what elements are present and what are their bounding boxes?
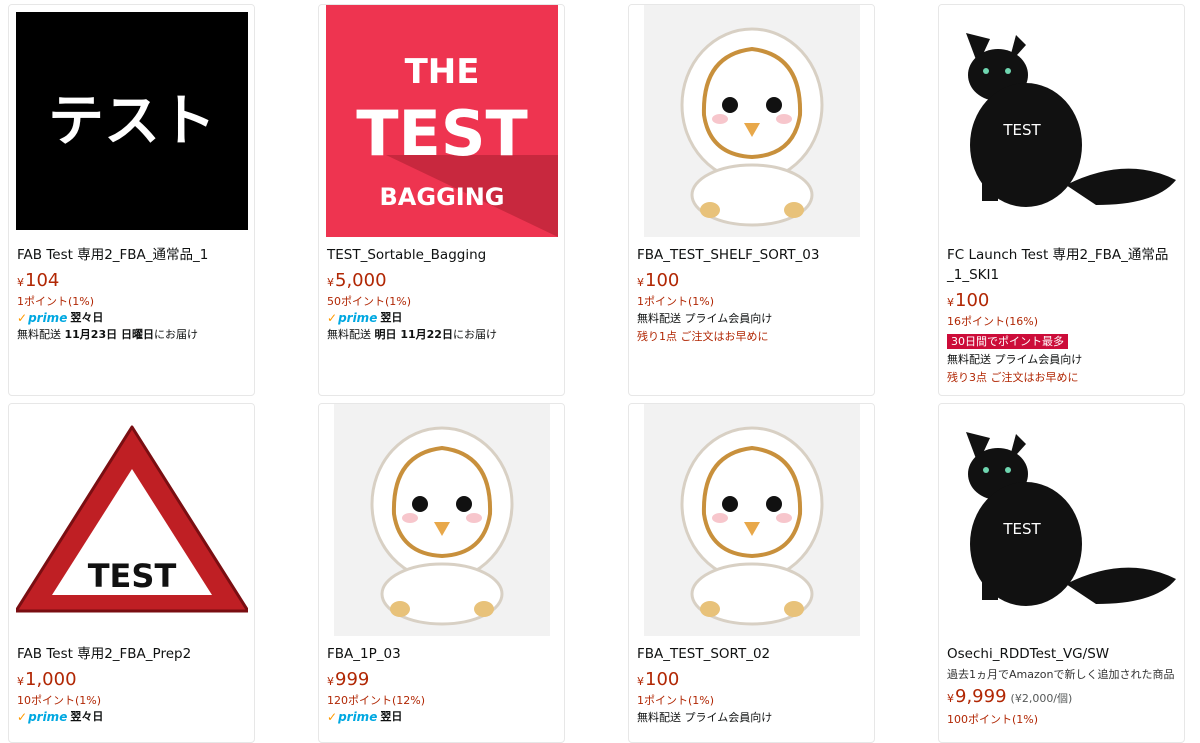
product-image-test-black: テスト bbox=[15, 12, 248, 230]
product-points: 100ポイント(1%) bbox=[947, 713, 1039, 726]
product-image[interactable] bbox=[629, 5, 874, 237]
product-card[interactable]: FBA_TEST_SORT_02 ¥100 1ポイント(1%) 無料配送 プライ… bbox=[628, 403, 875, 743]
delivery-info: 無料配送 11月23日 日曜日にお届け bbox=[17, 328, 198, 341]
product-price: ¥100 bbox=[947, 290, 990, 311]
product-price: ¥1,000 bbox=[17, 669, 77, 690]
product-title[interactable]: FBA_TEST_SORT_02 bbox=[637, 644, 866, 664]
shipping-info: 無料配送 プライム会員向け bbox=[637, 711, 773, 724]
check-icon: ✓ bbox=[327, 311, 338, 325]
delivery-info: 無料配送 明日 11月22日にお届け bbox=[327, 328, 497, 341]
svg-text:TEST: TEST bbox=[87, 557, 176, 595]
product-title[interactable]: FC Launch Test 専用2_FBA_通常品_1_SKI1 bbox=[947, 245, 1176, 285]
product-price: ¥5,000 bbox=[327, 270, 387, 291]
points-badge: 30日間でポイント最多 bbox=[947, 334, 1068, 349]
owl-illustration bbox=[333, 404, 550, 636]
product-points: 1ポイント(1%) bbox=[637, 694, 715, 707]
prime-badge: ✓ prime 翌日 bbox=[327, 710, 403, 724]
product-title[interactable]: FAB Test 専用2_FBA_通常品_1 bbox=[17, 245, 246, 265]
check-icon: ✓ bbox=[327, 710, 338, 724]
product-image[interactable]: THE TEST BAGGING bbox=[319, 5, 564, 237]
product-image[interactable]: TEST bbox=[939, 5, 1184, 237]
product-card[interactable]: FBA_TEST_SHELF_SORT_03 ¥100 1ポイント(1%) 無料… bbox=[628, 4, 875, 396]
shipping-info: 無料配送 プライム会員向け bbox=[637, 312, 773, 325]
check-icon: ✓ bbox=[17, 710, 28, 724]
svg-text:TEST: TEST bbox=[1002, 520, 1041, 538]
owl-illustration bbox=[643, 404, 860, 636]
prime-badge: ✓ prime 翌々日 bbox=[17, 311, 104, 325]
product-image[interactable] bbox=[319, 404, 564, 636]
product-title[interactable]: FBA_1P_03 bbox=[327, 644, 556, 664]
product-points: 50ポイント(1%) bbox=[327, 295, 412, 308]
product-image-the-test-bagging: THE TEST BAGGING bbox=[325, 5, 558, 237]
product-card[interactable]: TEST Osechi_RDDTest_VG/SW 過去1ヵ月でAmazonで新… bbox=[938, 403, 1185, 743]
svg-text:THE: THE bbox=[404, 52, 479, 92]
check-icon: ✓ bbox=[17, 311, 28, 325]
product-price: ¥100 bbox=[637, 669, 680, 690]
product-card[interactable]: テスト FAB Test 専用2_FBA_通常品_1 ¥104 1ポイント(1%… bbox=[8, 4, 255, 396]
warning-triangle-illustration: TEST bbox=[15, 411, 248, 629]
product-points: 120ポイント(12%) bbox=[327, 694, 426, 707]
product-price: ¥100 bbox=[637, 270, 680, 291]
product-price: ¥104 bbox=[17, 270, 60, 291]
product-card[interactable]: TEST FC Launch Test 専用2_FBA_通常品_1_SKI1 ¥… bbox=[938, 4, 1185, 396]
svg-text:TEST: TEST bbox=[356, 97, 528, 170]
product-title[interactable]: Osechi_RDDTest_VG/SW bbox=[947, 644, 1176, 664]
product-image[interactable]: TEST bbox=[939, 404, 1184, 636]
stock-warning: 残り3点 ご注文はお早めに bbox=[947, 371, 1079, 384]
black-cat-illustration: TEST bbox=[945, 404, 1178, 636]
product-points: 16ポイント(16%) bbox=[947, 315, 1039, 328]
product-image[interactable]: テスト bbox=[9, 5, 254, 237]
product-price: ¥9,999 (¥2,000/個) bbox=[947, 686, 1073, 707]
new-item-note: 過去1ヵ月でAmazonで新しく追加された商品 bbox=[947, 668, 1175, 681]
svg-text:TEST: TEST bbox=[1002, 121, 1041, 139]
product-image[interactable] bbox=[629, 404, 874, 636]
product-title[interactable]: FBA_TEST_SHELF_SORT_03 bbox=[637, 245, 866, 265]
prime-badge: ✓ prime 翌々日 bbox=[17, 710, 104, 724]
black-cat-illustration: TEST bbox=[945, 5, 1178, 237]
product-card[interactable]: TEST FAB Test 専用2_FBA_Prep2 ¥1,000 10ポイン… bbox=[8, 403, 255, 743]
product-image[interactable]: TEST bbox=[9, 404, 254, 636]
prime-badge: ✓ prime 翌日 bbox=[327, 311, 403, 325]
stock-warning: 残り1点 ご注文はお早めに bbox=[637, 330, 769, 343]
product-points: 10ポイント(1%) bbox=[17, 694, 102, 707]
svg-text:BAGGING: BAGGING bbox=[379, 183, 504, 211]
product-points: 1ポイント(1%) bbox=[637, 295, 715, 308]
product-price: ¥999 bbox=[327, 669, 370, 690]
product-title[interactable]: FAB Test 専用2_FBA_Prep2 bbox=[17, 644, 246, 664]
owl-illustration bbox=[643, 5, 860, 237]
product-card[interactable]: THE TEST BAGGING TEST_Sortable_Bagging ¥… bbox=[318, 4, 565, 396]
shipping-info: 無料配送 プライム会員向け bbox=[947, 353, 1083, 366]
product-title[interactable]: TEST_Sortable_Bagging bbox=[327, 245, 556, 265]
svg-text:テスト: テスト bbox=[48, 89, 216, 154]
product-card[interactable]: FBA_1P_03 ¥999 120ポイント(12%) ✓ prime 翌日 bbox=[318, 403, 565, 743]
product-points: 1ポイント(1%) bbox=[17, 295, 95, 308]
